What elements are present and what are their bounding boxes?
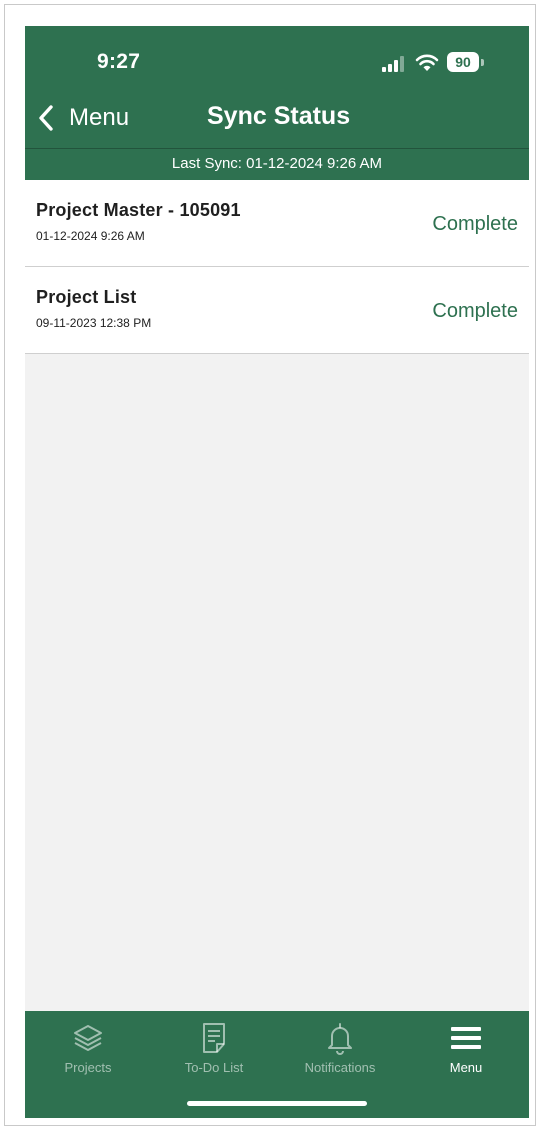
list-item-date: 09-11-2023 12:38 PM [36, 316, 152, 330]
bottom-tab-bar: Projects To-Do List Notifications Menu [25, 1011, 529, 1118]
phone-screen: 9:27 90 Menu Sync Status Last Sync: 01-1… [25, 26, 529, 1118]
tab-menu-label: Menu [449, 1060, 483, 1075]
header: 9:27 90 Menu Sync Status Last Sync: 01-1… [25, 26, 529, 180]
tab-todo-list-label: To-Do List [184, 1060, 244, 1075]
hamburger-menu-icon [451, 1027, 481, 1049]
battery-level: 90 [447, 52, 479, 72]
back-button-label: Menu [69, 104, 130, 131]
list-item[interactable]: Project Master - 105091 01-12-2024 9:26 … [25, 180, 529, 267]
tab-notifications-label: Notifications [304, 1060, 376, 1075]
tab-notifications[interactable]: Notifications [277, 1021, 403, 1083]
tab-menu[interactable]: Menu [403, 1021, 529, 1083]
battery-nub [481, 59, 484, 66]
layers-icon [74, 1025, 102, 1051]
page-title: Sync Status [207, 102, 351, 130]
back-button[interactable]: Menu [37, 100, 129, 136]
battery-icon: 90 [447, 52, 485, 72]
chevron-left-icon [39, 105, 53, 131]
status-label: Complete [432, 213, 518, 235]
list-item[interactable]: Project List 09-11-2023 12:38 PM Complet… [25, 267, 529, 354]
cellular-signal-icon [382, 56, 404, 72]
status-time: 9:27 [97, 50, 141, 73]
home-indicator[interactable] [187, 1101, 367, 1106]
tab-projects-label: Projects [64, 1060, 112, 1075]
screenshot-frame: 9:27 90 Menu Sync Status Last Sync: 01-1… [4, 4, 536, 1126]
last-sync-banner: Last Sync: 01-12-2024 9:26 AM [25, 148, 529, 180]
bell-icon [328, 1023, 352, 1055]
wifi-icon [415, 54, 439, 71]
list-item-title: Project Master - 105091 [36, 200, 241, 220]
list-item-date: 01-12-2024 9:26 AM [36, 229, 145, 243]
tab-projects[interactable]: Projects [25, 1021, 151, 1083]
tab-todo-list[interactable]: To-Do List [151, 1021, 277, 1083]
list-item-title: Project List [36, 287, 137, 307]
status-label: Complete [432, 300, 518, 322]
sync-list: Project Master - 105091 01-12-2024 9:26 … [25, 180, 529, 354]
document-icon [203, 1023, 225, 1053]
